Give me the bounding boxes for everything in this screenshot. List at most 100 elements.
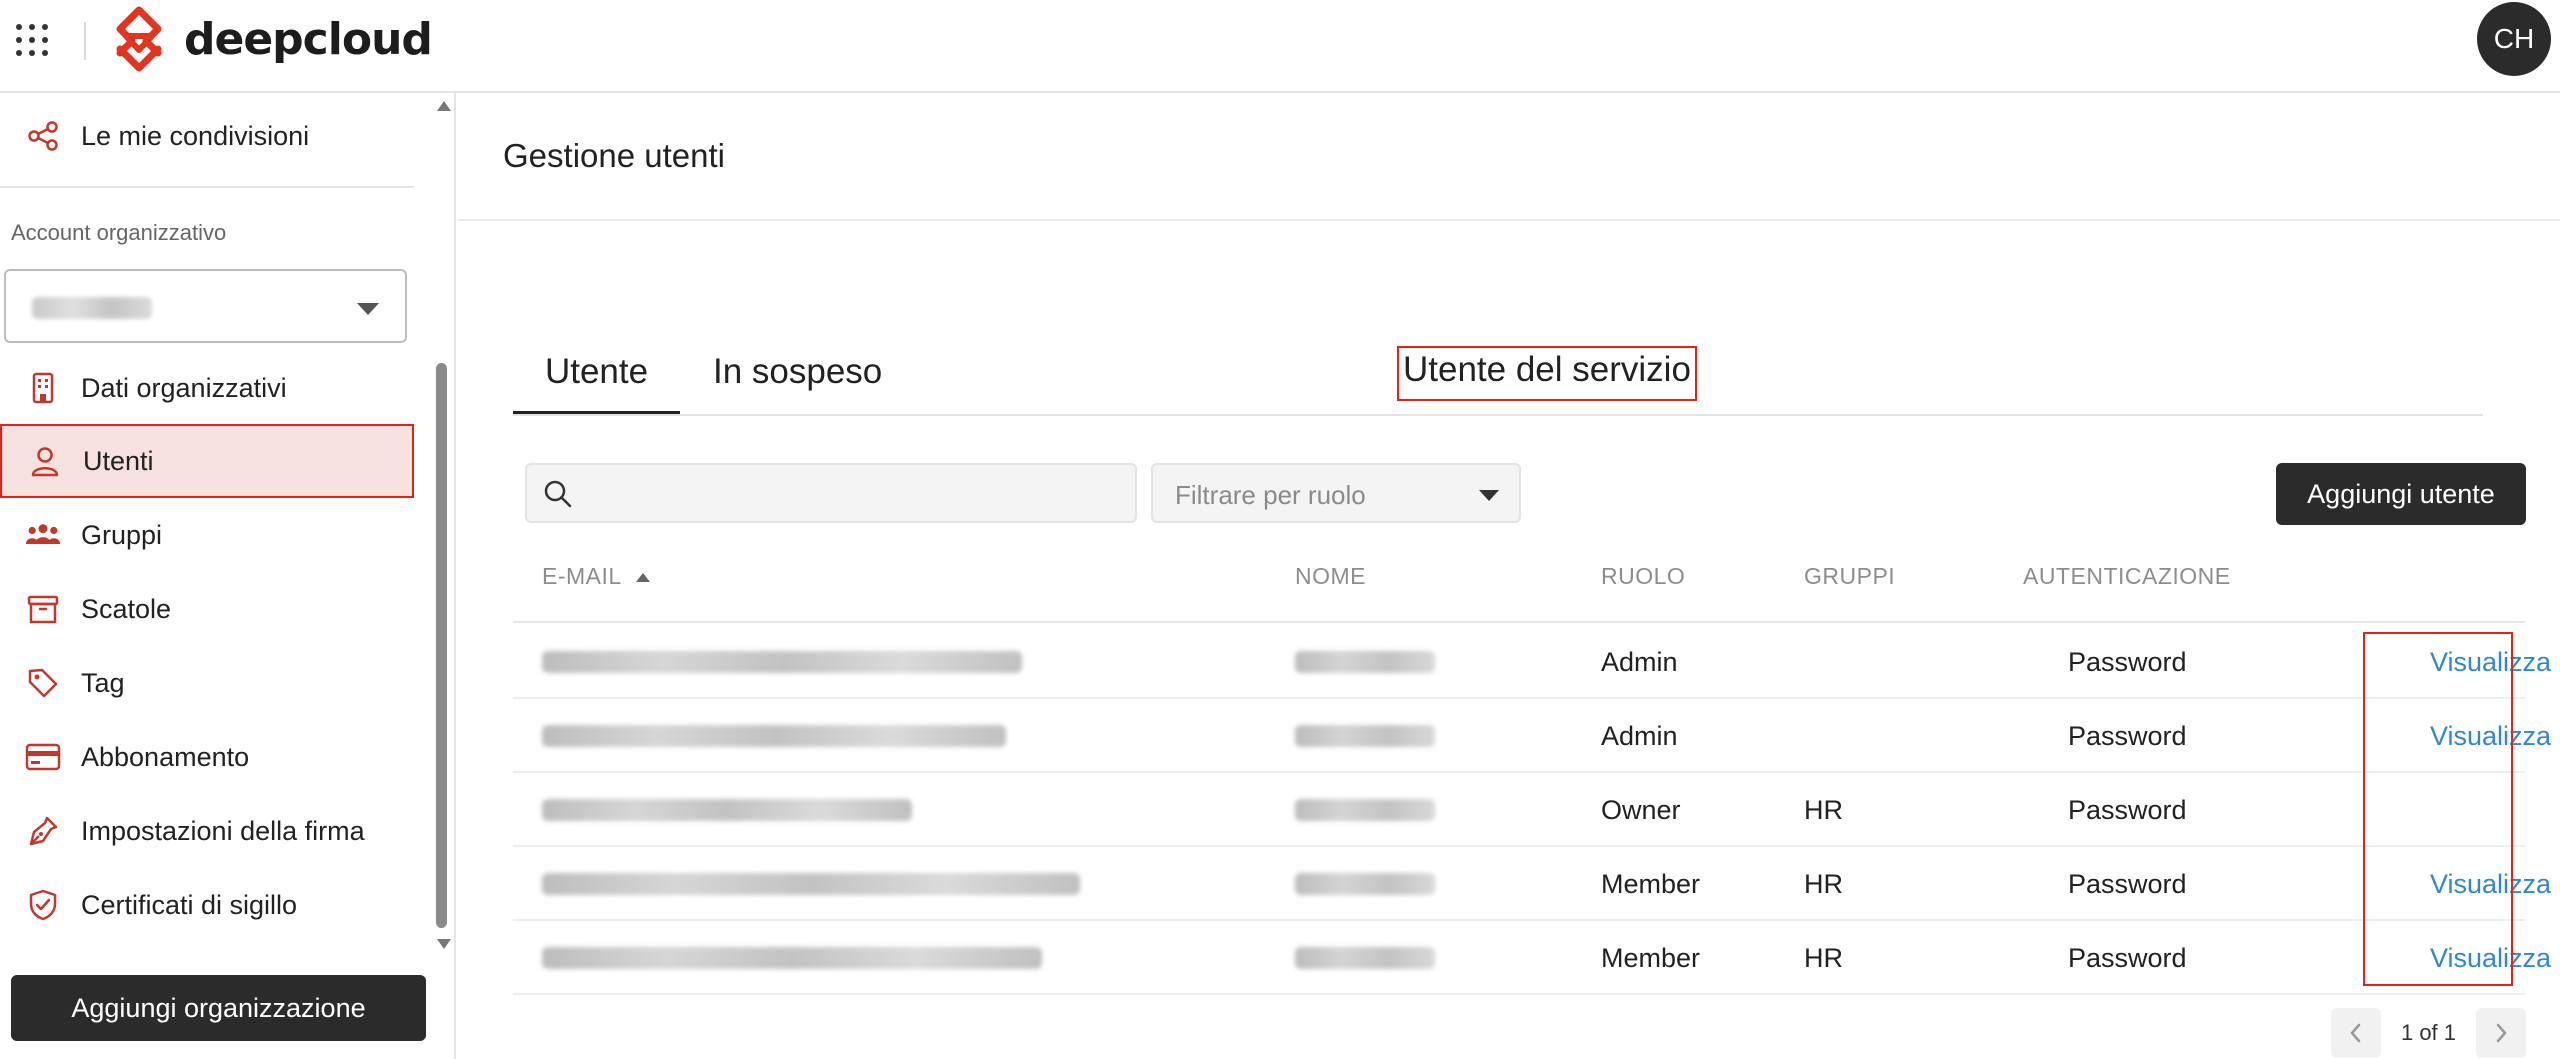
auth-cell: Password (2068, 795, 2187, 825)
add-user-button[interactable]: Aggiungi utente (2276, 463, 2526, 525)
email-redacted (542, 947, 1042, 969)
scrollbar-thumb[interactable] (436, 363, 447, 928)
name-redacted (1295, 873, 1435, 895)
column-header-authentication: AUTENTICAZIONE (2023, 563, 2231, 589)
chevron-down-icon (1479, 490, 1499, 501)
auth-cell: Password (2068, 721, 2187, 751)
name-redacted (1295, 799, 1435, 821)
column-header-name: NOME (1295, 563, 1366, 589)
archive-box-icon (25, 591, 61, 627)
logo-text: deepcloud (184, 13, 433, 65)
sort-ascending-icon (635, 573, 650, 583)
app-grid-icon[interactable] (16, 24, 50, 58)
role-cell: Owner (1601, 795, 1681, 825)
tab-service-user[interactable]: Utente del servizio (1397, 346, 1697, 401)
sidebar-item-org-data[interactable]: Dati organizzativi (0, 351, 414, 425)
organization-select-value-redacted (32, 297, 152, 319)
shield-check-icon (25, 887, 61, 923)
sidebar-item-label: Tag (81, 667, 125, 698)
column-header-label: E-MAIL (542, 563, 622, 589)
table-row: Member HR Password Visualizza (513, 921, 2551, 995)
tabs-bar: Utente In sospeso Utente del servizio (513, 346, 2483, 416)
auth-cell: Password (2068, 647, 2187, 677)
tab-pending[interactable]: In sospeso (713, 348, 882, 414)
user-icon (27, 443, 63, 479)
search-field[interactable] (525, 463, 1137, 523)
pen-icon (25, 813, 61, 849)
groups-cell: HR (1804, 795, 1843, 825)
tag-icon (25, 665, 61, 701)
sidebar-item-seal-certificates[interactable]: Certificati di sigillo (0, 868, 414, 942)
column-header-email[interactable]: E-MAIL (542, 563, 650, 590)
scroll-down-arrow-icon[interactable] (437, 939, 451, 949)
avatar[interactable]: CH (2477, 2, 2551, 76)
role-cell: Admin (1601, 647, 1678, 677)
scroll-up-arrow-icon[interactable] (437, 101, 451, 111)
top-divider (84, 22, 86, 60)
main-content: Gestione utenti Utente In sospeso Utente… (458, 93, 2560, 1059)
sidebar-item-label: Abbonamento (81, 741, 250, 772)
sidebar-item-shares[interactable]: Le mie condivisioni (0, 99, 414, 173)
chevron-left-icon (2350, 1023, 2361, 1043)
sidebar-item-label: Gruppi (81, 519, 163, 550)
next-page-button[interactable] (2476, 1008, 2526, 1058)
sidebar-item-label: Dati organizzativi (81, 372, 287, 403)
table-row: Admin Password Visualizza (513, 699, 2551, 773)
chevron-down-icon (357, 303, 379, 315)
table-row: Owner HR Password (513, 773, 2525, 847)
role-filter-placeholder: Filtrare per ruolo (1175, 480, 1366, 510)
search-input[interactable] (581, 475, 1121, 511)
role-cell: Member (1601, 943, 1701, 973)
group-icon (25, 517, 61, 553)
organization-select[interactable] (4, 269, 407, 343)
email-redacted (542, 651, 1022, 673)
name-redacted (1295, 725, 1435, 747)
sidebar: Le mie condivisioni Account organizzativ… (0, 93, 456, 1059)
actions-column-highlight (2363, 632, 2513, 986)
name-redacted (1295, 651, 1435, 673)
chevron-right-icon (2496, 1023, 2507, 1043)
previous-page-button[interactable] (2331, 1008, 2381, 1058)
groups-cell: HR (1804, 869, 1843, 899)
sidebar-item-groups[interactable]: Gruppi (0, 498, 414, 572)
sidebar-item-label: Utenti (83, 445, 154, 476)
sidebar-item-label: Le mie condivisioni (81, 120, 310, 151)
sidebar-item-tags[interactable]: Tag (0, 646, 414, 720)
table-row: Admin Password Visualizza (513, 625, 2551, 699)
add-organization-button[interactable]: Aggiungi organizzazione (11, 975, 426, 1041)
sidebar-item-label: Certificati di sigillo (81, 889, 298, 920)
pagination: 1 of 1 (2331, 1008, 2526, 1058)
share-icon (25, 118, 61, 154)
email-redacted (542, 873, 1080, 895)
sidebar-item-boxes[interactable]: Scatole (0, 572, 414, 646)
tab-users[interactable]: Utente (513, 348, 680, 414)
sidebar-item-signature-settings[interactable]: Impostazioni della firma (0, 794, 414, 868)
column-header-groups: GRUPPI (1804, 563, 1896, 589)
email-redacted (542, 799, 912, 821)
logo[interactable]: deepcloud (106, 6, 433, 72)
email-redacted (542, 725, 1006, 747)
page-title: Gestione utenti (503, 137, 725, 174)
sidebar-item-subscription[interactable]: Abbonamento (0, 720, 414, 794)
name-redacted (1295, 947, 1435, 969)
role-cell: Admin (1601, 721, 1678, 751)
sidebar-item-label: Impostazioni della firma (81, 815, 365, 846)
credit-card-icon (25, 739, 61, 775)
auth-cell: Password (2068, 869, 2187, 899)
sidebar-divider (0, 186, 414, 188)
deepcloud-logo-icon (116, 6, 162, 72)
sidebar-scrollbar[interactable] (434, 93, 451, 953)
role-cell: Member (1601, 869, 1701, 899)
sidebar-item-users[interactable]: Utenti (0, 424, 414, 498)
sidebar-item-label: Scatole (81, 593, 172, 624)
table-header: E-MAIL NOME RUOLO GRUPPI AUTENTICAZIONE (513, 563, 2525, 623)
auth-cell: Password (2068, 943, 2187, 973)
title-divider (458, 219, 2560, 221)
role-filter-select[interactable]: Filtrare per ruolo (1151, 463, 1521, 523)
groups-cell: HR (1804, 943, 1843, 973)
search-icon (544, 480, 572, 508)
column-header-role: RUOLO (1601, 563, 1686, 589)
building-icon (25, 370, 61, 406)
top-bar: deepcloud CH (0, 0, 2560, 93)
users-table-body: Admin Password Visualizza Admin Password… (513, 625, 2551, 995)
